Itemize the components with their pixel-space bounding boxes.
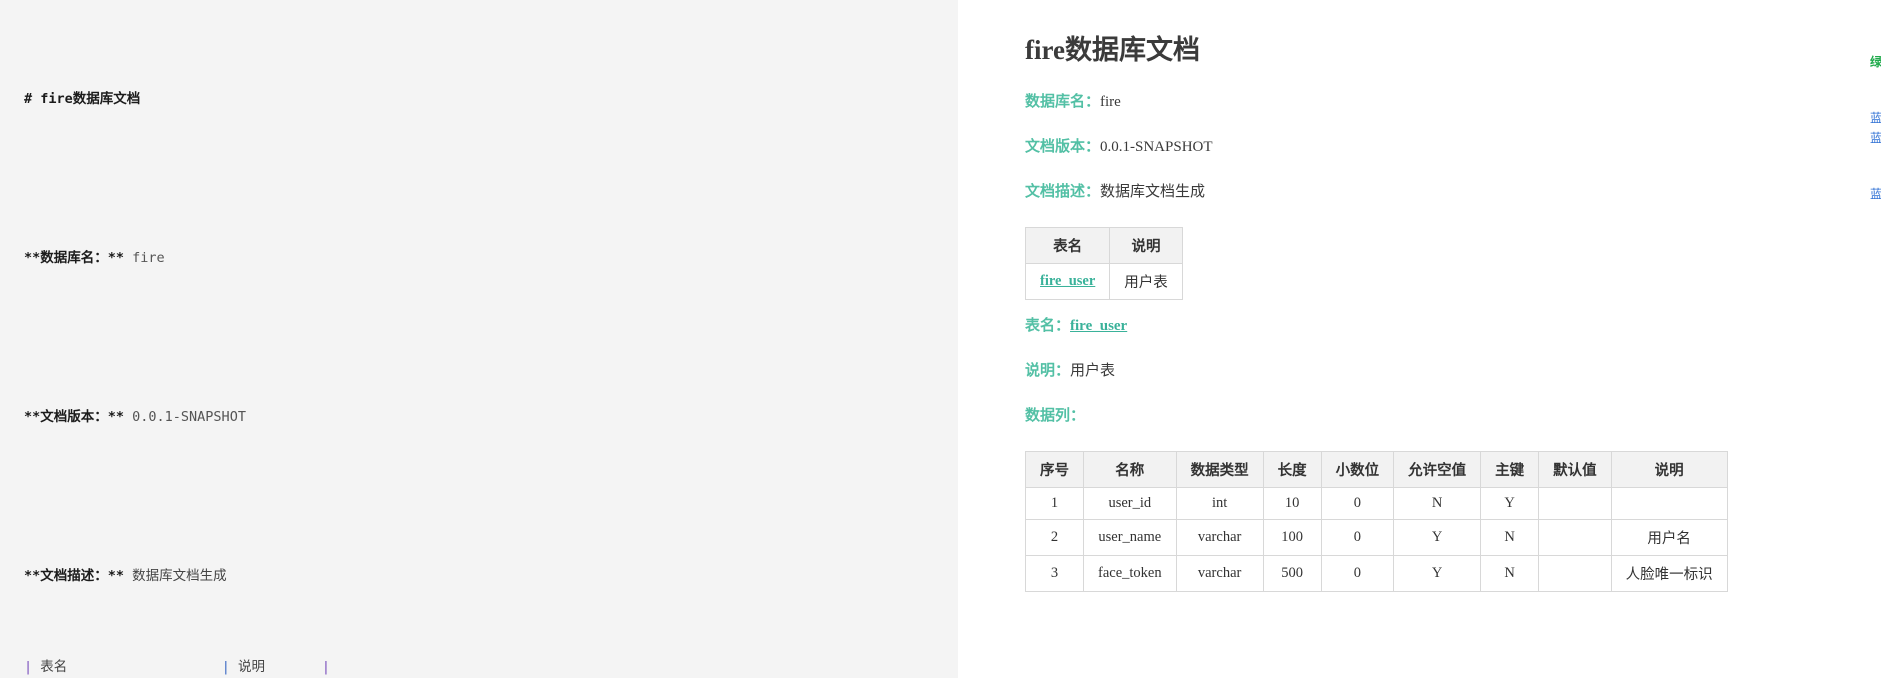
cell-primarykey: N: [1480, 555, 1540, 593]
markdown-preview-pane: fire数据库文档 数据库名：fire 文档版本：0.0.1-SNAPSHOT …: [963, 0, 1881, 678]
cell-comment: 人脸唯一标识: [1610, 555, 1728, 593]
table-row: 3 face_token varchar 500 0 Y N 人脸唯一标识: [1025, 555, 1728, 593]
editor-line-heading[interactable]: # fire数据库文档: [24, 88, 958, 111]
cell-nullable: Y: [1393, 519, 1482, 557]
md-value-text: 0.0.1-SNAPSHOT: [132, 408, 246, 425]
editor-line-db-name[interactable]: **数据库名：** fire: [24, 247, 958, 270]
cell-decimals: 0: [1320, 487, 1395, 521]
field-doc-version: 文档版本：0.0.1-SNAPSHOT: [1025, 137, 1871, 158]
tables-index-table: 表名 说明 fire_user 用户表: [1024, 227, 1183, 301]
field-database-name: 数据库名：fire: [1025, 92, 1871, 113]
md-heading-text: # fire数据库文档: [24, 91, 141, 108]
column-header-primarykey: 主键: [1480, 451, 1540, 489]
editor-line-doc-desc[interactable]: **文档描述：** 数据库文档生成: [24, 565, 958, 588]
field-label: 说明：: [1025, 363, 1071, 380]
column-header-index: 序号: [1025, 451, 1084, 489]
cell-default: [1538, 519, 1612, 557]
column-header-datatype: 数据类型: [1175, 451, 1264, 489]
cell-datatype: varchar: [1175, 555, 1264, 593]
editor-line-doc-version[interactable]: **文档版本：** 0.0.1-SNAPSHOT: [24, 406, 958, 429]
cell-decimals: 0: [1320, 555, 1395, 593]
clipped-right-panel[interactable]: 绿 蓝 蓝 蓝: [1870, 0, 1881, 678]
cell-primarykey: N: [1480, 519, 1540, 557]
column-header-name: 名称: [1083, 451, 1177, 489]
md-bold-marker: **文档描述：**: [24, 567, 125, 584]
table-header-row: 表名 说明: [1024, 227, 1183, 265]
field-table-name: 表名：fire_user: [1025, 316, 1871, 337]
cell-name: user_name: [1083, 519, 1177, 557]
editor-scrollbar[interactable]: [954, 0, 958, 678]
markdown-source-editor[interactable]: # fire数据库文档 **数据库名：** fire **文档版本：** 0.0…: [0, 0, 958, 678]
cell-index: 1: [1025, 487, 1084, 521]
table-row: 2 user_name varchar 100 0 Y N 用户名: [1025, 519, 1728, 557]
columns-table: 序号 名称 数据类型 长度 小数位 允许空值 主键 默认值 说明 1 user_: [1025, 451, 1728, 593]
table-link-fire-user[interactable]: fire_user: [1040, 273, 1095, 289]
cell-primarykey: Y: [1480, 487, 1540, 521]
md-bold-marker: **数据库名：**: [24, 250, 125, 266]
column-header-table-name: 表名: [1024, 227, 1111, 265]
cell-default: [1538, 487, 1612, 521]
page-title: fire数据库文档: [1025, 35, 1200, 65]
field-label: 文档版本：: [1025, 139, 1101, 156]
cell-name: user_id: [1083, 487, 1177, 521]
field-label: 数据库名：: [1025, 94, 1101, 111]
field-value: 数据库文档生成: [1100, 184, 1206, 201]
anchor-fire-user[interactable]: fire_user: [1070, 318, 1127, 334]
column-header-length: 长度: [1262, 451, 1322, 489]
cell-default: [1538, 555, 1612, 593]
md-value-text: fire: [132, 250, 165, 266]
md-bold-marker: **文档版本：**: [24, 408, 125, 425]
field-value: 0.0.1-SNAPSHOT: [1100, 139, 1213, 156]
table-header-row: 序号 名称 数据类型 长度 小数位 允许空值 主键 默认值 说明: [1025, 451, 1728, 489]
clipped-fragment-blue: 蓝: [1870, 131, 1881, 145]
field-label: 表名：: [1025, 318, 1071, 335]
cell-comment: 用户名: [1610, 519, 1728, 557]
cell-nullable: Y: [1393, 555, 1482, 593]
field-value: fire: [1100, 94, 1121, 111]
cell-description: 用户表: [1109, 263, 1183, 301]
cell-index: 2: [1025, 519, 1084, 557]
cell-name: face_token: [1083, 555, 1177, 593]
clipped-fragment-green: 绿: [1870, 55, 1881, 69]
field-value: 用户表: [1070, 363, 1116, 380]
editor-line-table-header[interactable]: | 表名 | 说明 |: [24, 656, 958, 678]
md-value-text: 数据库文档生成: [132, 567, 227, 584]
cell-comment: [1610, 487, 1728, 521]
clipped-fragment-blue: 蓝: [1870, 187, 1881, 201]
clipped-fragment-blue: 蓝: [1870, 111, 1881, 125]
column-header-default: 默认值: [1538, 451, 1612, 489]
cell-datatype: varchar: [1175, 519, 1264, 557]
column-header-decimals: 小数位: [1320, 451, 1395, 489]
field-columns-label: 数据列：: [1025, 406, 1871, 427]
cell-length: 500: [1262, 555, 1322, 593]
columns-label: 数据列：: [1025, 408, 1086, 425]
cell-index: 3: [1025, 555, 1084, 593]
field-doc-description: 文档描述：数据库文档生成: [1025, 182, 1871, 203]
column-header-nullable: 允许空值: [1393, 451, 1482, 489]
cell-table-name: fire_user: [1024, 263, 1111, 301]
table-row: 1 user_id int 10 0 N Y: [1025, 487, 1728, 521]
editor-line-blank: [24, 156, 958, 179]
field-table-description: 说明：用户表: [1025, 361, 1871, 382]
table-row: fire_user 用户表: [1024, 263, 1183, 301]
editor-line-blank: [24, 315, 958, 338]
field-label: 文档描述：: [1025, 184, 1101, 201]
cell-datatype: int: [1175, 487, 1264, 521]
cell-nullable: N: [1393, 487, 1482, 521]
cell-length: 100: [1262, 519, 1322, 557]
md-value: [124, 250, 132, 266]
editor-line-blank: [24, 474, 958, 497]
split-view-markdown-editor: # fire数据库文档 **数据库名：** fire **文档版本：** 0.0…: [0, 0, 1881, 678]
column-header-description: 说明: [1109, 227, 1183, 265]
column-header-comment: 说明: [1610, 451, 1728, 489]
cell-length: 10: [1262, 487, 1322, 521]
cell-decimals: 0: [1320, 519, 1395, 557]
